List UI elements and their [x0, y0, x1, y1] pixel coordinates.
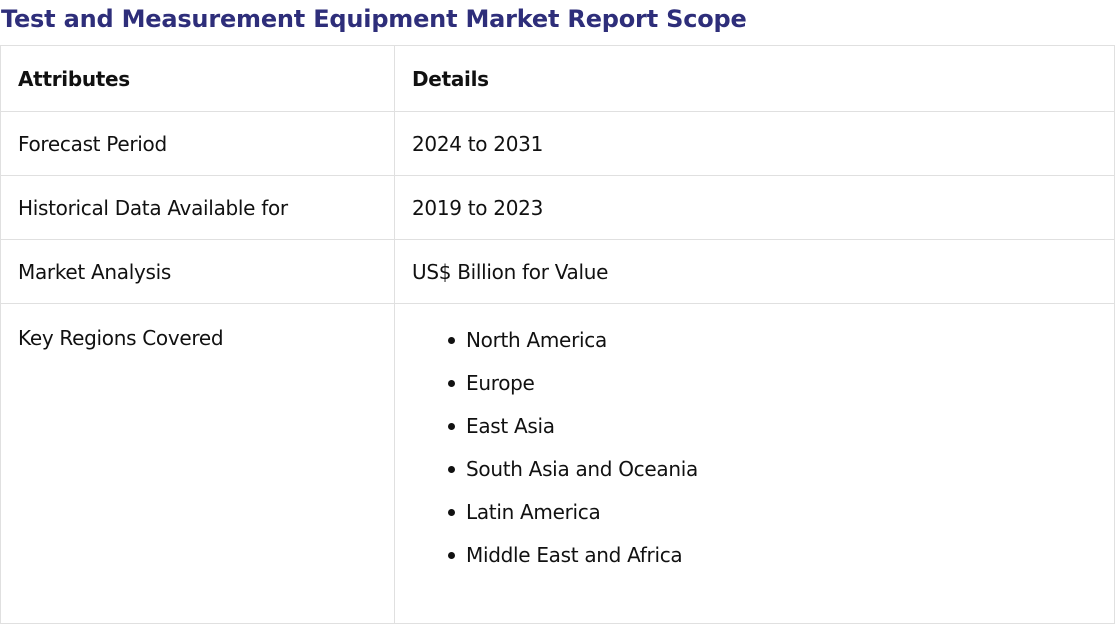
- region-label: East Asia: [466, 414, 555, 438]
- region-label: North America: [466, 328, 607, 352]
- attribute-cell: Forecast Period: [0, 111, 395, 176]
- list-item: Europe: [448, 371, 1097, 395]
- attribute-cell: Market Analysis: [0, 239, 395, 304]
- detail-cell-regions: North America Europe East Asia South Asi…: [394, 303, 1115, 624]
- bullet-icon: [448, 423, 455, 430]
- regions-list: North America Europe East Asia South Asi…: [412, 328, 1097, 567]
- region-label: Middle East and Africa: [466, 543, 683, 567]
- bullet-icon: [448, 466, 455, 473]
- table-row-regions: Key Regions Covered North America Europe…: [0, 303, 1115, 624]
- bullet-icon: [448, 380, 455, 387]
- list-item: Latin America: [448, 500, 1097, 524]
- region-label: Latin America: [466, 500, 601, 524]
- region-label: South Asia and Oceania: [466, 457, 698, 481]
- report-scope-table: Attributes Details Forecast Period 2024 …: [0, 45, 1115, 624]
- bullet-icon: [448, 509, 455, 516]
- list-item: Middle East and Africa: [448, 543, 1097, 567]
- page-title: Test and Measurement Equipment Market Re…: [1, 5, 747, 33]
- attribute-cell: Historical Data Available for: [0, 175, 395, 240]
- table-row: Forecast Period 2024 to 2031: [0, 111, 1115, 176]
- table-row: Market Analysis US$ Billion for Value: [0, 239, 1115, 304]
- list-item: North America: [448, 328, 1097, 352]
- bullet-icon: [448, 552, 455, 559]
- header-attributes: Attributes: [0, 45, 395, 112]
- detail-cell: 2019 to 2023: [394, 175, 1115, 240]
- header-details: Details: [394, 45, 1115, 112]
- region-label: Europe: [466, 371, 535, 395]
- bullet-icon: [448, 337, 455, 344]
- detail-cell: US$ Billion for Value: [394, 239, 1115, 304]
- list-item: East Asia: [448, 414, 1097, 438]
- detail-cell: 2024 to 2031: [394, 111, 1115, 176]
- table-header-row: Attributes Details: [0, 45, 1115, 112]
- list-item: South Asia and Oceania: [448, 457, 1097, 481]
- attribute-cell: Key Regions Covered: [0, 303, 395, 624]
- table-row: Historical Data Available for 2019 to 20…: [0, 175, 1115, 240]
